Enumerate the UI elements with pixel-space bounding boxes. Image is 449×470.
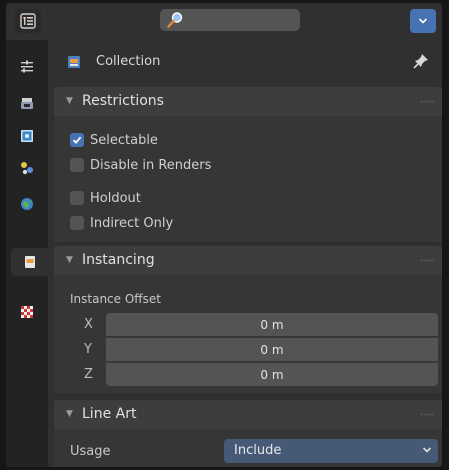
- indirect-only-checkbox[interactable]: Indirect Only: [70, 214, 173, 232]
- collection-icon: [68, 56, 80, 68]
- tab-view-layer[interactable]: [11, 154, 43, 182]
- properties-editor-icon: [20, 13, 36, 29]
- tool-icon: [21, 60, 33, 73]
- checkbox-checked[interactable]: [70, 133, 84, 147]
- checkmark-icon: [72, 136, 82, 144]
- checkbox-unchecked[interactable]: [70, 191, 84, 205]
- chevron-down-icon: [422, 447, 432, 453]
- drag-grip-icon[interactable]: [420, 100, 434, 103]
- header: [6, 3, 442, 40]
- pin-icon[interactable]: [412, 52, 430, 70]
- collection-icon: [24, 256, 35, 268]
- editor-type-button[interactable]: [15, 9, 41, 33]
- instancing-panel-header[interactable]: ▼ Instancing: [54, 246, 442, 275]
- y-axis-label: Y: [84, 342, 92, 357]
- chevron-down-icon: [418, 18, 428, 24]
- tab-texture[interactable]: [11, 298, 43, 326]
- magnifier-icon: [167, 12, 183, 28]
- holdout-checkbox[interactable]: Holdout: [70, 189, 141, 207]
- instance-offset-y-field[interactable]: 0 m: [106, 337, 438, 361]
- line-art-panel-body: Usage Include: [54, 429, 442, 467]
- usage-dropdown[interactable]: Include: [224, 439, 438, 463]
- instance-offset-x-field[interactable]: 0 m: [106, 313, 438, 336]
- checkbox-unchecked[interactable]: [70, 216, 84, 230]
- line-art-panel-header[interactable]: ▼ Line Art: [54, 400, 442, 429]
- view-layer-icon: [21, 162, 33, 175]
- restrictions-panel-body: Selectable Disable in Renders Holdout In…: [54, 116, 442, 242]
- context-header: Collection: [48, 40, 442, 86]
- restrictions-panel-header[interactable]: ▼ Restrictions: [54, 87, 442, 116]
- line-art-title: Line Art: [82, 406, 137, 422]
- tab-strip: [6, 40, 48, 467]
- output-icon: [21, 130, 33, 142]
- properties-window: Collection ▼ Restrictions Selectable Dis…: [6, 3, 442, 467]
- expand-triangle-icon: ▼: [66, 96, 73, 106]
- disable-in-renders-checkbox[interactable]: Disable in Renders: [70, 156, 211, 174]
- indirect-only-label: Indirect Only: [90, 215, 174, 231]
- usage-value: Include: [234, 443, 282, 458]
- context-title: Collection: [96, 54, 161, 69]
- drag-grip-icon[interactable]: [420, 413, 434, 416]
- expand-triangle-icon: ▼: [66, 409, 73, 419]
- checkbox-unchecked[interactable]: [70, 158, 84, 172]
- selectable-checkbox[interactable]: Selectable: [70, 131, 158, 149]
- drag-grip-icon[interactable]: [420, 259, 434, 262]
- holdout-label: Holdout: [90, 190, 141, 206]
- tab-render[interactable]: [11, 90, 43, 118]
- tab-collection[interactable]: [11, 248, 48, 276]
- texture-icon: [21, 306, 33, 318]
- instancing-panel-body: Instance Offset X 0 m Y 0 m Z 0 m: [54, 275, 442, 393]
- z-value: 0 m: [260, 367, 284, 382]
- tab-world[interactable]: [11, 190, 43, 218]
- instancing-title: Instancing: [82, 252, 155, 268]
- render-icon: [21, 98, 33, 109]
- x-axis-label: X: [84, 317, 93, 332]
- options-dropdown-button[interactable]: [410, 9, 436, 33]
- world-icon: [21, 198, 33, 210]
- instance-offset-label: Instance Offset: [70, 292, 161, 306]
- search-field[interactable]: [160, 9, 300, 31]
- instance-offset-z-field[interactable]: 0 m: [106, 362, 438, 386]
- expand-triangle-icon: ▼: [66, 255, 73, 265]
- tab-tool[interactable]: [11, 52, 43, 80]
- y-value: 0 m: [260, 342, 284, 357]
- z-axis-label: Z: [84, 367, 93, 382]
- restrictions-title: Restrictions: [82, 93, 164, 109]
- usage-label: Usage: [70, 444, 111, 459]
- x-value: 0 m: [260, 317, 284, 332]
- tab-output[interactable]: [11, 122, 43, 150]
- properties-panel: Collection ▼ Restrictions Selectable Dis…: [48, 40, 442, 467]
- selectable-label: Selectable: [90, 132, 158, 148]
- disable-in-renders-label: Disable in Renders: [90, 157, 212, 173]
